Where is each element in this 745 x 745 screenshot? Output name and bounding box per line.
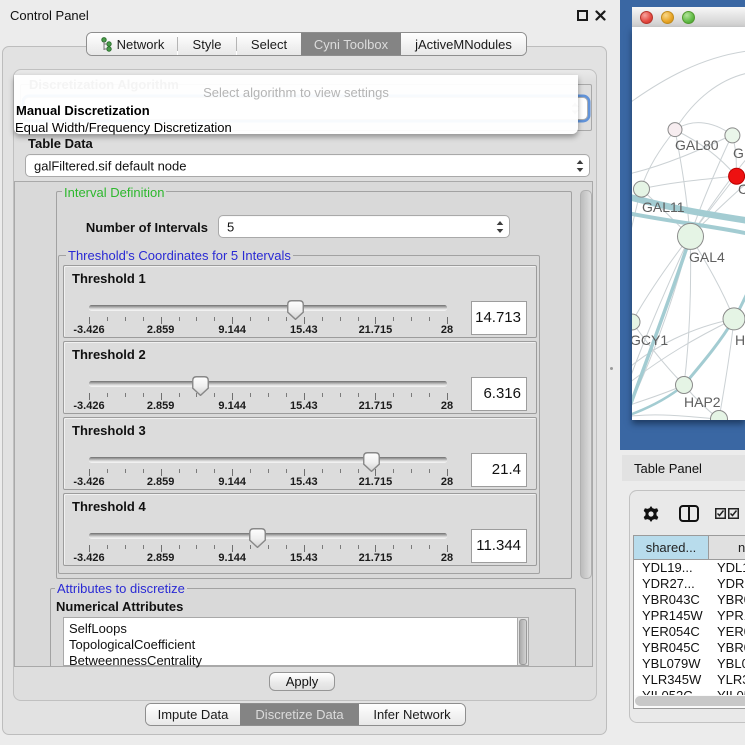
svg-text:C: C bbox=[738, 181, 745, 197]
svg-text:GAL11: GAL11 bbox=[642, 199, 685, 215]
svg-text:GCY1: GCY1 bbox=[632, 332, 668, 348]
svg-text:GAL4: GAL4 bbox=[689, 249, 725, 265]
svg-text:G.: G. bbox=[733, 145, 745, 161]
svg-text:GAL80: GAL80 bbox=[675, 137, 719, 153]
svg-text:HAP2: HAP2 bbox=[684, 394, 721, 410]
svg-text:H: H bbox=[735, 332, 745, 348]
